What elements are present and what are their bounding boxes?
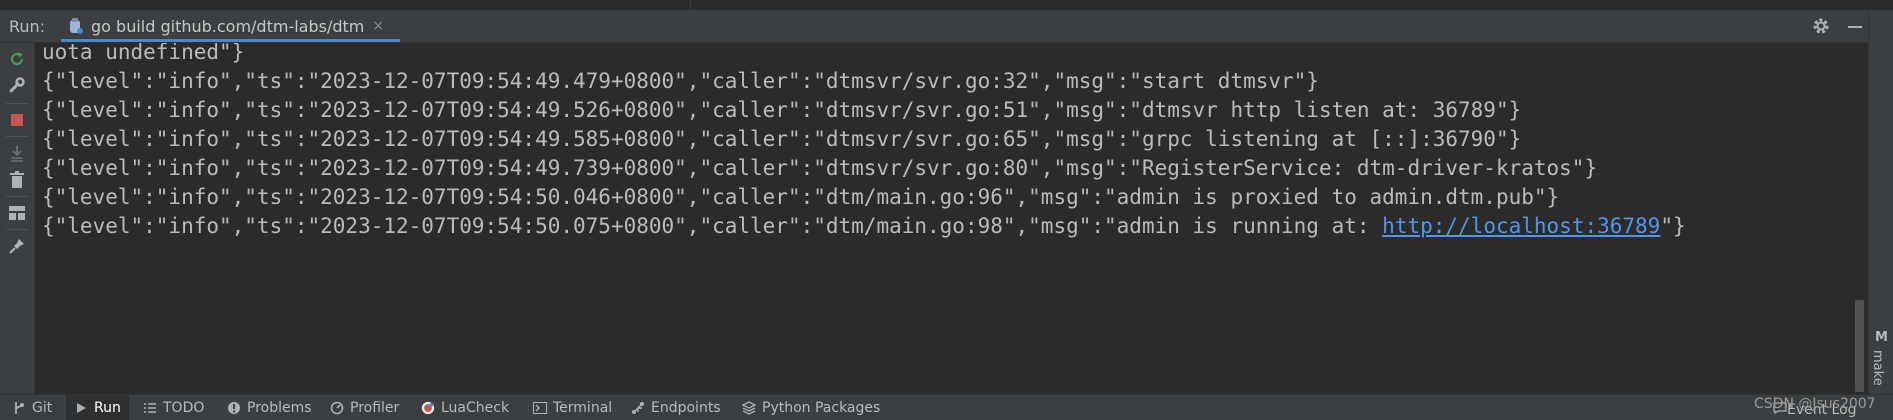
scroll-to-end-icon[interactable] [7, 143, 27, 163]
console-line-text: {"level":"info","ts":"2023-12-07T09:54:5… [42, 214, 1383, 238]
layout-icon[interactable] [7, 203, 27, 223]
editor-remnant [0, 0, 1893, 10]
wrench-icon[interactable] [7, 75, 27, 95]
gear-icon[interactable] [1811, 16, 1831, 36]
make-tool-button[interactable]: M make [1870, 328, 1893, 398]
console-line: {"level":"info","ts":"2023-12-07T09:54:4… [42, 127, 1522, 151]
tab-label: Profiler [350, 400, 400, 416]
localhost-link[interactable]: http://localhost:36789 [1382, 214, 1660, 238]
console-line-text: "} [1660, 214, 1686, 238]
stop-icon[interactable] [7, 110, 27, 130]
console-output[interactable]: uota undefined"} {"level":"info","ts":"2… [35, 43, 1855, 394]
problems-icon [227, 401, 241, 415]
console-line: uota undefined"} [42, 43, 245, 64]
run-config-tab[interactable]: go build github.com/dtm-labs/dtm × [61, 10, 401, 42]
tab-problems[interactable]: Problems [227, 395, 312, 420]
tab-label: Python Packages [762, 400, 881, 416]
tab-label: TODO [163, 400, 205, 416]
tab-label: Git [32, 400, 53, 416]
tool-window-bar: Git Run TODO Problems Profiler LuaCheck … [0, 394, 1893, 420]
tab-label: Endpoints [651, 400, 721, 416]
run-tool-window-header: Run: go build github.com/dtm-labs/dtm × [0, 10, 1893, 43]
tab-label: LuaCheck [441, 400, 510, 416]
tab-run[interactable]: Run [66, 395, 129, 420]
ide-window: Run: go build github.com/dtm-labs/dtm × [0, 0, 1893, 420]
tab-label: Terminal [553, 400, 613, 416]
tab-profiler[interactable]: Profiler [330, 395, 399, 420]
watermark: CSDN @Jsus2007 [1754, 396, 1876, 412]
console-line: {"level":"info","ts":"2023-12-07T09:54:4… [42, 156, 1598, 180]
console-line: {"level":"info","ts":"2023-12-07T09:54:5… [42, 185, 1560, 209]
minimize-icon[interactable] [1845, 16, 1865, 36]
tab-python-packages[interactable]: Python Packages [742, 395, 880, 420]
python-packages-icon [742, 401, 756, 415]
endpoints-icon [631, 401, 645, 415]
luacheck-icon [421, 401, 435, 415]
terminal-icon [533, 401, 547, 415]
tab-todo[interactable]: TODO [143, 395, 204, 420]
console-line: {"level":"info","ts":"2023-12-07T09:54:4… [42, 98, 1522, 122]
run-toolbar [0, 43, 35, 394]
go-config-icon [69, 17, 83, 35]
run-icon [74, 401, 88, 415]
make-icon: M [1875, 330, 1888, 345]
tab-git[interactable]: Git [12, 395, 52, 420]
tab-label: Run [94, 400, 121, 416]
console-line: {"level":"info","ts":"2023-12-07T09:54:4… [42, 69, 1319, 93]
profiler-icon [330, 401, 344, 415]
pin-icon[interactable] [7, 236, 27, 256]
make-label: make [1870, 350, 1885, 386]
git-branch-icon [12, 401, 26, 415]
console-line: {"level":"info","ts":"2023-12-07T09:54:5… [42, 214, 1686, 238]
close-tab-icon[interactable]: × [372, 18, 384, 34]
tab-terminal[interactable]: Terminal [533, 395, 612, 420]
tab-luacheck[interactable]: LuaCheck [421, 395, 509, 420]
trash-icon[interactable] [7, 170, 27, 190]
run-config-tab-label: go build github.com/dtm-labs/dtm [91, 16, 365, 36]
rerun-icon[interactable] [7, 49, 27, 69]
todo-list-icon [143, 401, 157, 415]
right-tool-strip: M make [1868, 10, 1893, 394]
tab-label: Problems [247, 400, 312, 416]
tab-endpoints[interactable]: Endpoints [631, 395, 721, 420]
run-label: Run: [9, 17, 46, 36]
scrollbar-thumb[interactable] [1855, 300, 1864, 392]
